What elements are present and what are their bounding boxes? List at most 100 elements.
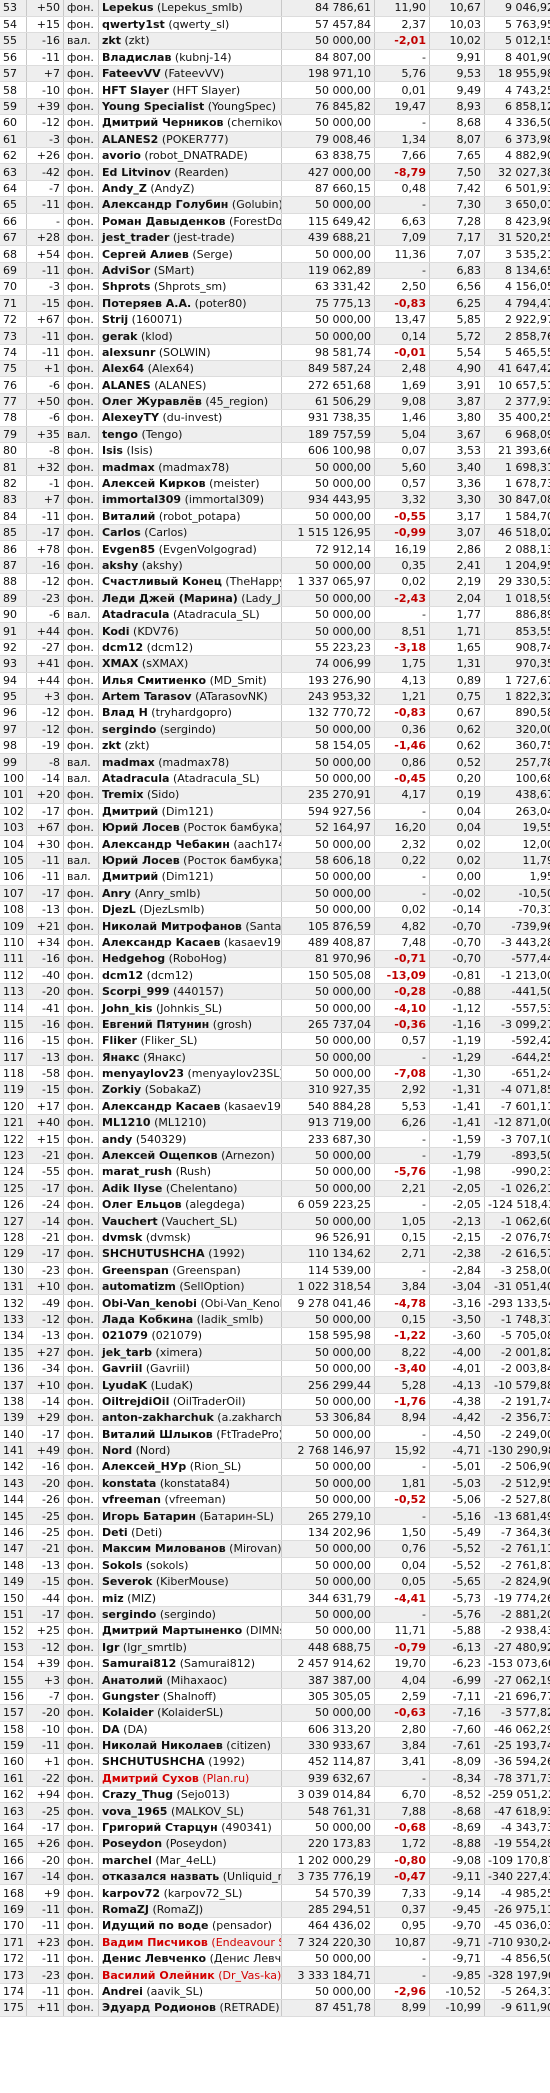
participant-cell[interactable]: AdviSor (SMart): [98, 262, 282, 280]
participant-nick[interactable]: Severok: [102, 1575, 152, 1588]
participant-cell[interactable]: OiltrejdiOil (OilTraderOil): [98, 1393, 282, 1411]
participant-cell[interactable]: Алексей Ощепков (Arnezon): [98, 1147, 282, 1165]
participant-cell[interactable]: SHCHUTUSHCHA (1992): [98, 1753, 282, 1771]
participant-nick[interactable]: Fliker: [102, 1034, 137, 1047]
participant-cell[interactable]: Владислав (kubnj-14): [98, 49, 282, 67]
participant-nick[interactable]: jest_trader: [102, 231, 169, 244]
participant-cell[interactable]: Carlos (Carlos): [98, 524, 282, 542]
participant-nick[interactable]: Alex64: [102, 362, 144, 375]
participant-nick[interactable]: Atadracula: [102, 608, 169, 621]
participant-cell[interactable]: RomaZJ (RomaZJ): [98, 1901, 282, 1919]
participant-nick[interactable]: ML1210: [102, 1116, 151, 1129]
participant-nick[interactable]: zkt: [102, 739, 121, 752]
participant-cell[interactable]: menyaylov23 (menyaylov23SL): [98, 1065, 282, 1083]
participant-cell[interactable]: Obi-Van_kenobi (Obi-Van_Kenobi): [98, 1294, 282, 1312]
participant-nick[interactable]: SHCHUTUSHCHA: [102, 1247, 205, 1260]
participant-nick[interactable]: Sokols: [102, 1559, 142, 1572]
participant-cell[interactable]: karpov72 (karpov72_SL): [98, 1884, 282, 1902]
participant-cell[interactable]: Игорь Батарин (Батарин-SL): [98, 1507, 282, 1525]
participant-cell[interactable]: vova_1965 (MALKOV_SL): [98, 1802, 282, 1820]
participant-nick[interactable]: andy: [102, 1133, 132, 1146]
participant-nick[interactable]: tengo: [102, 428, 138, 441]
participant-cell[interactable]: Poseydon (Poseydon): [98, 1835, 282, 1853]
participant-cell[interactable]: Виталий (robot_potapa): [98, 508, 282, 526]
participant-nick[interactable]: Виталий Шлыков: [102, 1428, 213, 1441]
participant-cell[interactable]: Роман Давыденков (ForestDog): [98, 213, 282, 230]
participant-nick[interactable]: Григорий Старцун: [102, 1821, 218, 1834]
participant-cell[interactable]: zkt (zkt): [98, 737, 282, 755]
participant-cell[interactable]: Вадим Писчиков (Endeavour SL): [98, 1934, 282, 1951]
participant-cell[interactable]: gerak (klod): [98, 327, 282, 345]
participant-nick[interactable]: qwerty1st: [102, 18, 165, 31]
participant-cell[interactable]: alexsunr (SOLWIN): [98, 344, 282, 362]
participant-nick[interactable]: Идущий по воде: [102, 1919, 209, 1932]
participant-nick[interactable]: Дмитрий Черников: [102, 116, 224, 129]
participant-cell[interactable]: Young Specialist (YoungSpec): [98, 98, 282, 116]
participant-nick[interactable]: sergindo: [102, 723, 156, 736]
participant-nick[interactable]: Andy_Z: [102, 182, 147, 195]
participant-nick[interactable]: Олег Журавлёв: [102, 395, 202, 408]
participant-cell[interactable]: qwerty1st (qwerty_sl): [98, 16, 282, 34]
participant-nick[interactable]: akshy: [102, 559, 138, 572]
participant-nick[interactable]: Carlos: [102, 526, 141, 539]
participant-cell[interactable]: Lepekus (Lepekus_smlb): [98, 0, 282, 17]
participant-cell[interactable]: Isis (Isis): [98, 442, 282, 460]
participant-nick[interactable]: vfreeman: [102, 1493, 161, 1506]
participant-nick[interactable]: gerak: [102, 330, 138, 343]
participant-cell[interactable]: avorio (robot_DNATRADE): [98, 147, 282, 165]
participant-nick[interactable]: zkt: [102, 34, 121, 47]
participant-nick[interactable]: Дмитрий: [102, 805, 158, 818]
participant-cell[interactable]: immortal309 (immortal309): [98, 491, 282, 509]
participant-nick[interactable]: Isis: [102, 444, 123, 457]
participant-nick[interactable]: Gungster: [102, 1690, 159, 1703]
participant-nick[interactable]: menyaylov23: [102, 1067, 184, 1080]
participant-cell[interactable]: Vauchert (Vauchert_SL): [98, 1212, 282, 1230]
participant-nick[interactable]: LyudaK: [102, 1379, 147, 1392]
participant-cell[interactable]: marchel (Mar_4eLL): [98, 1852, 282, 1870]
participant-cell[interactable]: Юрий Лосев (Росток бамбука): [98, 852, 282, 870]
participant-cell[interactable]: ALANES2 (POKER777): [98, 131, 282, 149]
participant-nick[interactable]: Lepekus: [102, 1, 154, 14]
participant-cell[interactable]: zkt (zkt): [98, 32, 282, 50]
participant-cell[interactable]: Идущий по воде (pensador): [98, 1917, 282, 1935]
participant-cell[interactable]: jest_trader (jest-trade): [98, 229, 282, 247]
participant-cell[interactable]: jek_tarb (ximera): [98, 1344, 282, 1361]
participant-nick[interactable]: madmax: [102, 461, 155, 474]
participant-cell[interactable]: Алексей_НУр (Rion_SL): [98, 1458, 282, 1476]
participant-nick[interactable]: OiltrejdiOil: [102, 1395, 169, 1408]
participant-nick[interactable]: miz: [102, 1592, 124, 1605]
participant-nick[interactable]: Kolaider: [102, 1706, 154, 1719]
participant-cell[interactable]: Николай Митрофанов (SantaClaus): [98, 917, 282, 935]
participant-nick[interactable]: Vauchert: [102, 1215, 158, 1228]
participant-nick[interactable]: Денис Левченко: [102, 1952, 206, 1965]
participant-cell[interactable]: konstata (konstata84): [98, 1475, 282, 1493]
participant-cell[interactable]: madmax (madmax78): [98, 753, 282, 771]
participant-nick[interactable]: ALANES: [102, 379, 151, 392]
participant-nick[interactable]: madmax: [102, 756, 155, 769]
participant-cell[interactable]: HFT Slayer (HFT Slayer): [98, 81, 282, 99]
participant-cell[interactable]: Александр Касаев (kasaev1964): [98, 1098, 282, 1116]
participant-cell[interactable]: Evgen85 (EvgenVolgograd): [98, 540, 282, 558]
participant-nick[interactable]: Юрий Лосев: [102, 854, 180, 867]
participant-cell[interactable]: Юрий Лосев (Росток бамбука): [98, 819, 282, 837]
participant-nick[interactable]: Алексей Кирков: [102, 477, 206, 490]
participant-cell[interactable]: Эдуард Родионов (RETRADE): [98, 1999, 282, 2017]
participant-cell[interactable]: Лада Кобкина (ladik_smlb): [98, 1311, 282, 1329]
participant-cell[interactable]: Scorpi_999 (440157): [98, 983, 282, 1001]
participant-nick[interactable]: Николай Митрофанов: [102, 920, 242, 933]
participant-cell[interactable]: madmax (madmax78): [98, 458, 282, 476]
participant-nick[interactable]: Влад Н: [102, 706, 148, 719]
participant-nick[interactable]: Shprots: [102, 280, 150, 293]
participant-cell[interactable]: dcm12 (dcm12): [98, 967, 282, 984]
participant-cell[interactable]: Влад Н (tryhardgopro): [98, 704, 282, 722]
participant-cell[interactable]: ALANES (ALANES): [98, 376, 282, 394]
participant-cell[interactable]: Илья Смитиенко (MD_Smit): [98, 672, 282, 689]
participant-nick[interactable]: anton-zakharchuk: [102, 1411, 214, 1424]
participant-nick[interactable]: Evgen85: [102, 543, 155, 556]
participant-nick[interactable]: Алексей_НУр: [102, 1460, 186, 1473]
participant-cell[interactable]: Олег Журавлёв (45_region): [98, 393, 282, 411]
participant-cell[interactable]: 021079 (021079): [98, 1327, 282, 1345]
participant-nick[interactable]: Deti: [102, 1526, 128, 1539]
participant-cell[interactable]: Shprots (Shprots_sm): [98, 278, 282, 296]
participant-nick[interactable]: Виталий: [102, 510, 155, 523]
